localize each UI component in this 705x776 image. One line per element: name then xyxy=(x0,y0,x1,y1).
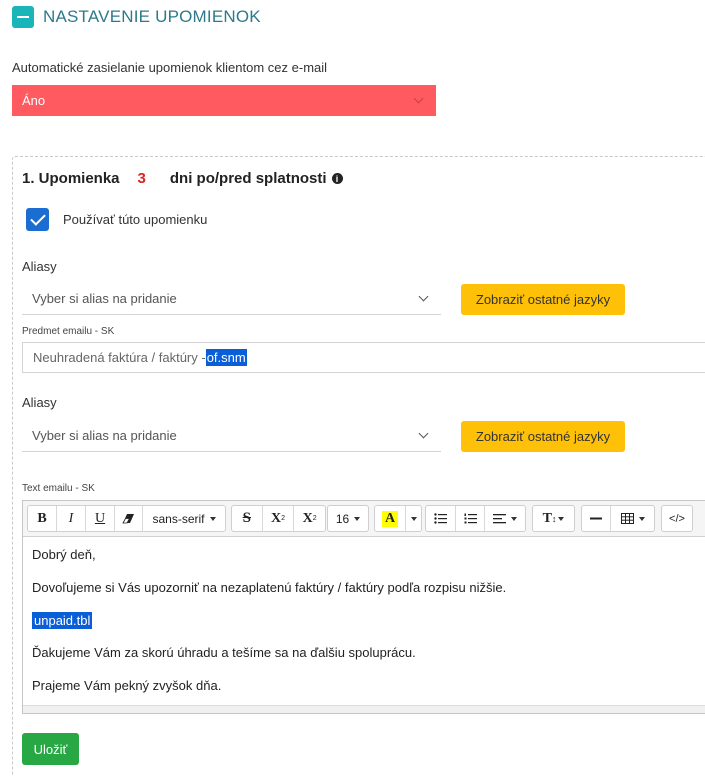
use-reminder-checkbox[interactable] xyxy=(26,208,49,231)
numbered-list-icon xyxy=(464,513,477,524)
text-color-glyph: A xyxy=(381,510,399,527)
height-arrows-icon: ↕ xyxy=(551,513,557,524)
alias-select-1[interactable]: Vyber si alias na pridanie xyxy=(22,282,441,315)
unpaid-table-alias: unpaid.tbl xyxy=(32,612,93,629)
italic-button[interactable]: I xyxy=(57,506,86,531)
unordered-list-button[interactable] xyxy=(426,506,456,531)
collapse-minus-icon[interactable] xyxy=(12,6,34,28)
code-view-button[interactable]: </> xyxy=(662,506,692,531)
show-languages-button-2[interactable]: Zobraziť ostatné jazyky xyxy=(461,421,625,452)
subject-text: Neuhradená faktúra / faktúry - xyxy=(33,350,206,365)
editor-content[interactable]: Dobrý deň, Dovoľujeme si Vás upozorniť n… xyxy=(23,537,705,721)
auto-send-value: Áno xyxy=(22,93,46,108)
auto-send-label: Automatické zasielanie upomienok kliento… xyxy=(12,60,328,75)
toolbar-code-group: </> xyxy=(661,505,693,532)
alias-select-2-placeholder: Vyber si alias na pridanie xyxy=(32,427,177,443)
toolbar-height-group: T ↕ xyxy=(532,505,575,532)
save-button[interactable]: Uložiť xyxy=(22,733,79,765)
body-paragraph: Dobrý deň, xyxy=(32,547,96,562)
bullet-list-icon xyxy=(434,513,447,524)
line-height-dropdown[interactable]: T ↕ xyxy=(533,506,574,531)
auto-send-select[interactable]: Áno xyxy=(12,85,436,116)
clear-format-button[interactable] xyxy=(115,506,143,531)
superscript-mark: 2 xyxy=(281,515,286,522)
caret-down-icon xyxy=(511,516,517,521)
caret-down-icon xyxy=(410,516,417,521)
use-reminder-label: Používať túto upomienku xyxy=(63,212,208,227)
align-dropdown[interactable] xyxy=(485,506,525,531)
caret-down-icon xyxy=(209,516,216,521)
toolbar-size-group: 16 xyxy=(327,505,369,532)
reminder-title-prefix: 1. Upomienka xyxy=(22,170,120,187)
font-family-value: sans-serif xyxy=(152,511,205,526)
align-left-icon xyxy=(493,513,506,523)
table-dropdown[interactable] xyxy=(611,506,654,531)
section-header: NASTAVENIE UPOMIENOK xyxy=(12,6,261,28)
underline-button[interactable]: U xyxy=(86,506,115,531)
email-body-editor[interactable]: B I U sans-serif S X2 X2 16 A T ↕ </> Do… xyxy=(22,500,705,714)
body-label: Text emailu - SK xyxy=(22,483,95,494)
subscript-button[interactable]: X2 xyxy=(294,506,325,531)
toolbar-list-group xyxy=(425,505,526,532)
body-paragraph: Ďakujeme Vám za skorú úhradu a tešíme sa… xyxy=(32,645,416,660)
superscript-button[interactable]: X2 xyxy=(263,506,295,531)
caret-down-icon xyxy=(558,516,565,521)
table-icon xyxy=(620,513,634,524)
chevron-down-icon xyxy=(418,428,429,438)
superscript-glyph: X xyxy=(270,510,282,526)
use-reminder-row: Používať túto upomienku xyxy=(26,208,207,231)
font-family-dropdown[interactable]: sans-serif xyxy=(143,506,225,531)
toolbar-color-group: A xyxy=(374,505,422,532)
alias-select-2[interactable]: Vyber si alias na pridanie xyxy=(22,419,441,452)
body-paragraph: Prajeme Vám pekný zvyšok dňa. xyxy=(32,678,222,693)
caret-down-icon xyxy=(638,516,645,521)
toolbar-insert-group xyxy=(581,505,655,532)
reminder-days[interactable]: 3 xyxy=(138,170,146,187)
toolbar-style-group: B I U sans-serif xyxy=(27,505,226,532)
text-height-glyph: T xyxy=(542,510,552,526)
chevron-down-icon xyxy=(418,291,429,301)
font-size-dropdown[interactable]: 16 xyxy=(328,506,368,531)
eraser-icon xyxy=(122,514,134,524)
subject-alias-tag: of.snm xyxy=(205,349,247,366)
reminder-title-suffix: dni po/pred splatnosti xyxy=(169,170,327,187)
reminder-title: 1. Upomienka 3 dni po/pred splatnosti i xyxy=(22,170,343,187)
aliases-label-1: Aliasy xyxy=(22,259,57,274)
text-color-dropdown[interactable] xyxy=(406,506,421,531)
bold-button[interactable]: B xyxy=(28,506,57,531)
font-size-value: 16 xyxy=(335,511,350,526)
horizontal-rule-icon xyxy=(590,517,602,520)
alias-select-1-placeholder: Vyber si alias na pridanie xyxy=(32,290,177,306)
horizontal-rule-button[interactable] xyxy=(582,506,611,531)
subject-input[interactable]: Neuhradená faktúra / faktúry - of.snm xyxy=(22,342,705,373)
aliases-label-2: Aliasy xyxy=(22,395,57,410)
section-title: NASTAVENIE UPOMIENOK xyxy=(43,7,261,26)
show-languages-button-1[interactable]: Zobraziť ostatné jazyky xyxy=(461,284,625,315)
info-icon[interactable]: i xyxy=(331,173,343,184)
body-paragraph: Dovoľujeme si Vás upozorniť na nezaplate… xyxy=(32,580,507,595)
editor-toolbar: B I U sans-serif S X2 X2 16 A T ↕ </> xyxy=(23,501,705,537)
subscript-glyph: X xyxy=(302,510,313,526)
body-paragraph: unpaid.tbl xyxy=(32,612,702,629)
subscript-mark: 2 xyxy=(312,515,317,522)
ordered-list-button[interactable] xyxy=(456,506,485,531)
caret-down-icon xyxy=(354,516,361,521)
subject-label: Predmet emailu - SK xyxy=(22,326,115,337)
strikethrough-button[interactable]: S xyxy=(232,506,263,531)
toolbar-script-group: S X2 X2 xyxy=(231,505,326,532)
editor-resize-handle[interactable] xyxy=(23,705,705,713)
text-color-button[interactable]: A xyxy=(375,506,406,531)
chevron-down-icon xyxy=(413,93,424,104)
